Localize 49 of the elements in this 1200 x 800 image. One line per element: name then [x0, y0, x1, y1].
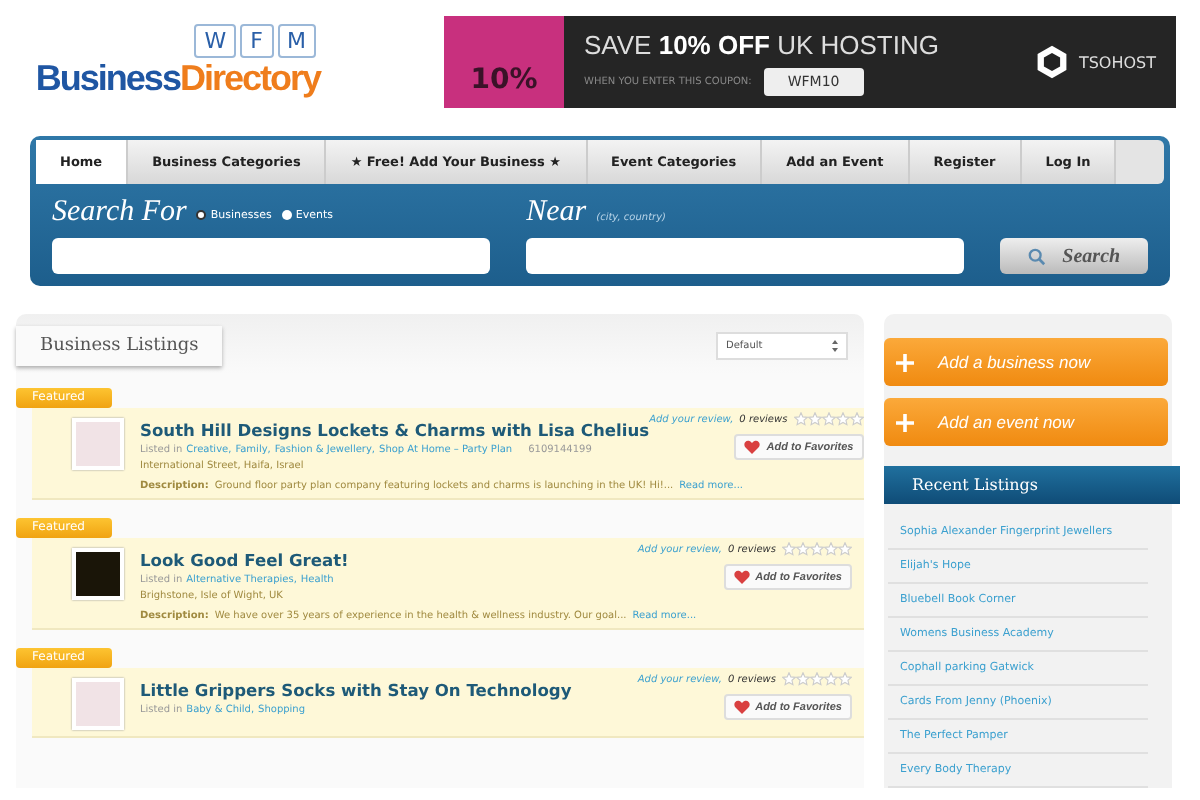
- star-icon[interactable]: [835, 412, 850, 426]
- location-field[interactable]: [526, 238, 965, 274]
- sidebar-heading: Recent Listings: [884, 466, 1180, 504]
- listing-title[interactable]: Little Grippers Socks with Stay On Technology: [140, 680, 572, 700]
- panel-title: Business Listings: [16, 326, 223, 366]
- logo-letter: W: [194, 24, 237, 58]
- logo-letter: M: [277, 24, 316, 58]
- listing-title[interactable]: South Hill Designs Lockets & Charms with Lisa Chelius: [140, 420, 650, 440]
- plus-icon: [896, 413, 914, 431]
- add-button[interactable]: Add a business now: [884, 338, 1168, 386]
- add-button[interactable]: Add an event now: [884, 398, 1168, 446]
- star-icon[interactable]: [838, 672, 852, 686]
- star-icon[interactable]: [849, 412, 864, 426]
- logo-letter: F: [240, 24, 273, 58]
- heart-icon: [733, 700, 750, 714]
- search-field[interactable]: [52, 238, 491, 274]
- star-icon[interactable]: [821, 412, 836, 426]
- search-icon: [1028, 247, 1047, 265]
- star-icon[interactable]: [810, 542, 824, 556]
- thumbnail-placeholder: [72, 418, 124, 470]
- logo[interactable]: W F M BusinessDirectory: [40, 24, 320, 100]
- heart-icon: [733, 570, 750, 584]
- near-title: Near: [526, 196, 587, 230]
- star-icon[interactable]: [838, 542, 852, 556]
- star-icon[interactable]: [782, 672, 796, 686]
- cube-icon: [1034, 44, 1071, 80]
- search-title: Search For: [52, 196, 187, 230]
- star-icon[interactable]: [796, 672, 810, 686]
- plus-icon: [896, 353, 914, 371]
- price-tag: 10%: [444, 16, 564, 108]
- star-icon[interactable]: [782, 542, 796, 556]
- star-icon[interactable]: [807, 412, 822, 426]
- star-icon[interactable]: [810, 672, 824, 686]
- star-icon[interactable]: [796, 542, 810, 556]
- logo-text: Business: [35, 58, 180, 100]
- search-button[interactable]: Search: [1000, 238, 1148, 274]
- logo-text: Directory: [179, 58, 320, 100]
- star-icon[interactable]: [793, 412, 808, 426]
- radio-button[interactable]: [196, 210, 207, 220]
- star-icon[interactable]: [824, 672, 838, 686]
- thumbnail-placeholder: [72, 548, 124, 600]
- brand-name: TSOHOST: [1078, 53, 1156, 71]
- radio-button[interactable]: [281, 210, 292, 220]
- thumbnail-placeholder: [72, 678, 124, 730]
- listing-title[interactable]: Look Good Feel Great!: [140, 550, 349, 570]
- heart-icon: [744, 440, 761, 454]
- ad-headline: SAVE 10% OFF UK HOSTING: [584, 29, 941, 59]
- star-icon[interactable]: [824, 542, 838, 556]
- select-arrows-icon: [832, 340, 838, 352]
